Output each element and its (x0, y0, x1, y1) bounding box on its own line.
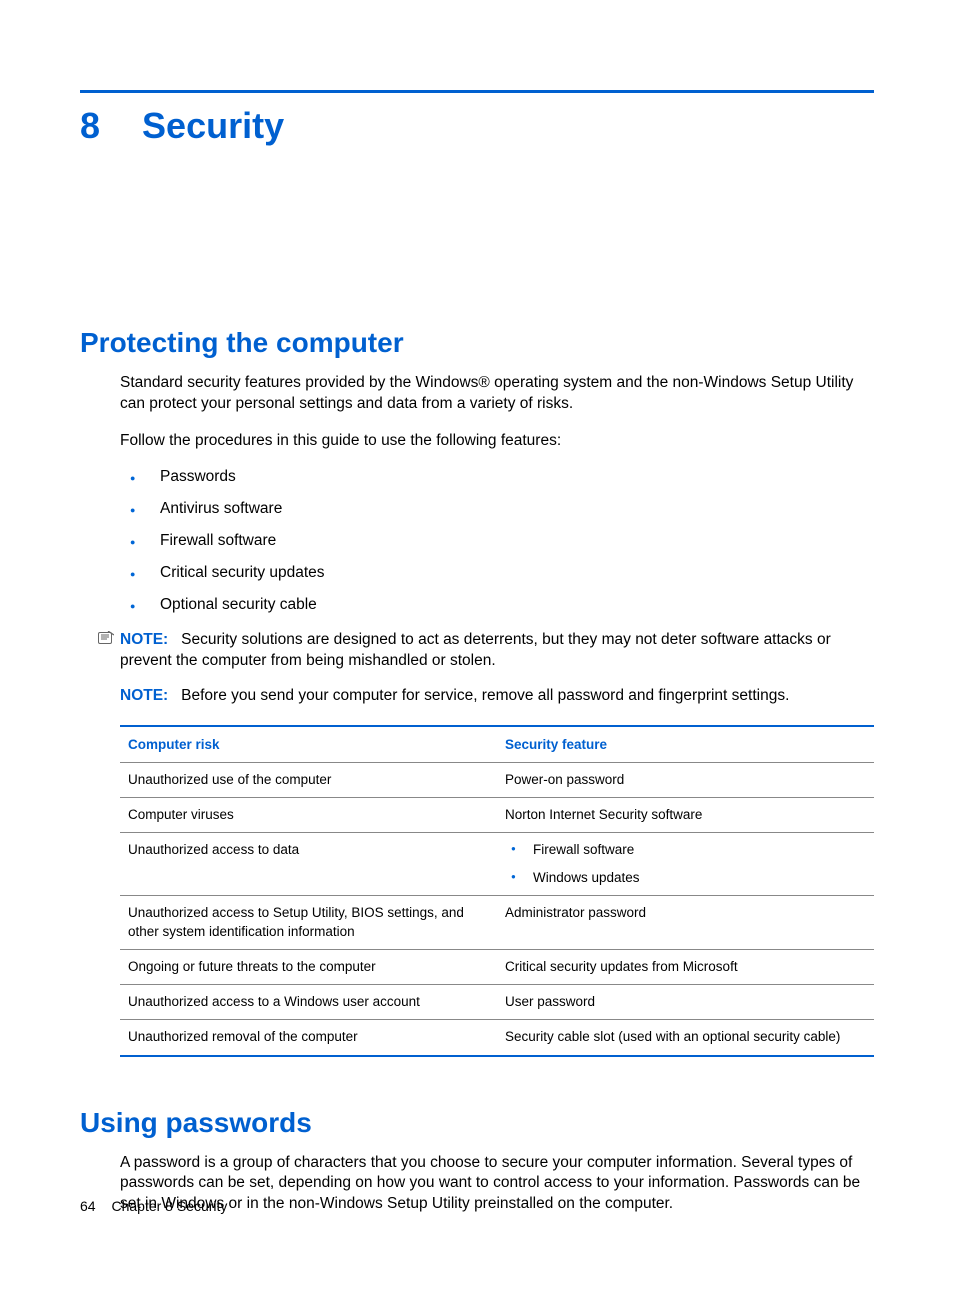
section-title-protecting: Protecting the computer (80, 327, 874, 359)
note-label: NOTE: (120, 631, 168, 648)
cell-feature: Administrator password (497, 896, 874, 949)
note-body: Security solutions are designed to act a… (120, 631, 831, 669)
cell-risk: Ongoing or future threats to the compute… (120, 949, 497, 984)
table-row: Unauthorized access to Setup Utility, BI… (120, 896, 874, 949)
chapter-rule (80, 90, 874, 93)
table-row: Unauthorized access to data Firewall sof… (120, 832, 874, 895)
table-row: Computer viruses Norton Internet Securit… (120, 797, 874, 832)
paragraph: Follow the procedures in this guide to u… (120, 431, 874, 452)
table-row: Unauthorized use of the computer Power-o… (120, 762, 874, 797)
footer-text: Chapter 8 Security (111, 1198, 227, 1214)
cell-risk: Unauthorized access to data (120, 832, 497, 895)
page-number: 64 (80, 1198, 96, 1214)
cell-feature: Power-on password (497, 762, 874, 797)
paragraph: A password is a group of characters that… (120, 1153, 874, 1216)
note-body: Before you send your computer for servic… (181, 687, 789, 704)
chapter-header: 8 Security (80, 105, 874, 147)
cell-list-item: Windows updates (505, 869, 866, 887)
list-item: Optional security cable (120, 596, 874, 614)
table-row: Ongoing or future threats to the compute… (120, 949, 874, 984)
note-icon (98, 631, 114, 645)
list-item: Firewall software (120, 532, 874, 550)
section-title-passwords: Using passwords (80, 1107, 874, 1139)
cell-risk: Unauthorized access to a Windows user ac… (120, 985, 497, 1020)
table-row: Unauthorized removal of the computer Sec… (120, 1020, 874, 1056)
list-item: Antivirus software (120, 500, 874, 518)
cell-risk: Unauthorized access to Setup Utility, BI… (120, 896, 497, 949)
cell-feature: Firewall software Windows updates (497, 832, 874, 895)
note-block: NOTE: Security solutions are designed to… (98, 630, 874, 672)
table-header-risk: Computer risk (120, 726, 497, 763)
note-label: NOTE: (120, 687, 168, 704)
page-footer: 64 Chapter 8 Security (80, 1198, 227, 1214)
list-item: Passwords (120, 468, 874, 486)
cell-risk: Unauthorized removal of the computer (120, 1020, 497, 1056)
cell-feature: Norton Internet Security software (497, 797, 874, 832)
chapter-title: Security (142, 105, 284, 147)
cell-risk: Unauthorized use of the computer (120, 762, 497, 797)
cell-list-item: Firewall software (505, 841, 866, 859)
cell-feature: Security cable slot (used with an option… (497, 1020, 874, 1056)
note-sub: NOTE: Before you send your computer for … (120, 686, 874, 707)
table-row: Unauthorized access to a Windows user ac… (120, 985, 874, 1020)
table-header-feature: Security feature (497, 726, 874, 763)
feature-list: Passwords Antivirus software Firewall so… (120, 468, 874, 614)
chapter-number: 8 (80, 105, 100, 147)
note-text: NOTE: Security solutions are designed to… (120, 631, 831, 669)
risk-table: Computer risk Security feature Unauthori… (120, 725, 874, 1057)
paragraph: Standard security features provided by t… (120, 373, 874, 415)
cell-feature: User password (497, 985, 874, 1020)
list-item: Critical security updates (120, 564, 874, 582)
cell-feature: Critical security updates from Microsoft (497, 949, 874, 984)
cell-risk: Computer viruses (120, 797, 497, 832)
